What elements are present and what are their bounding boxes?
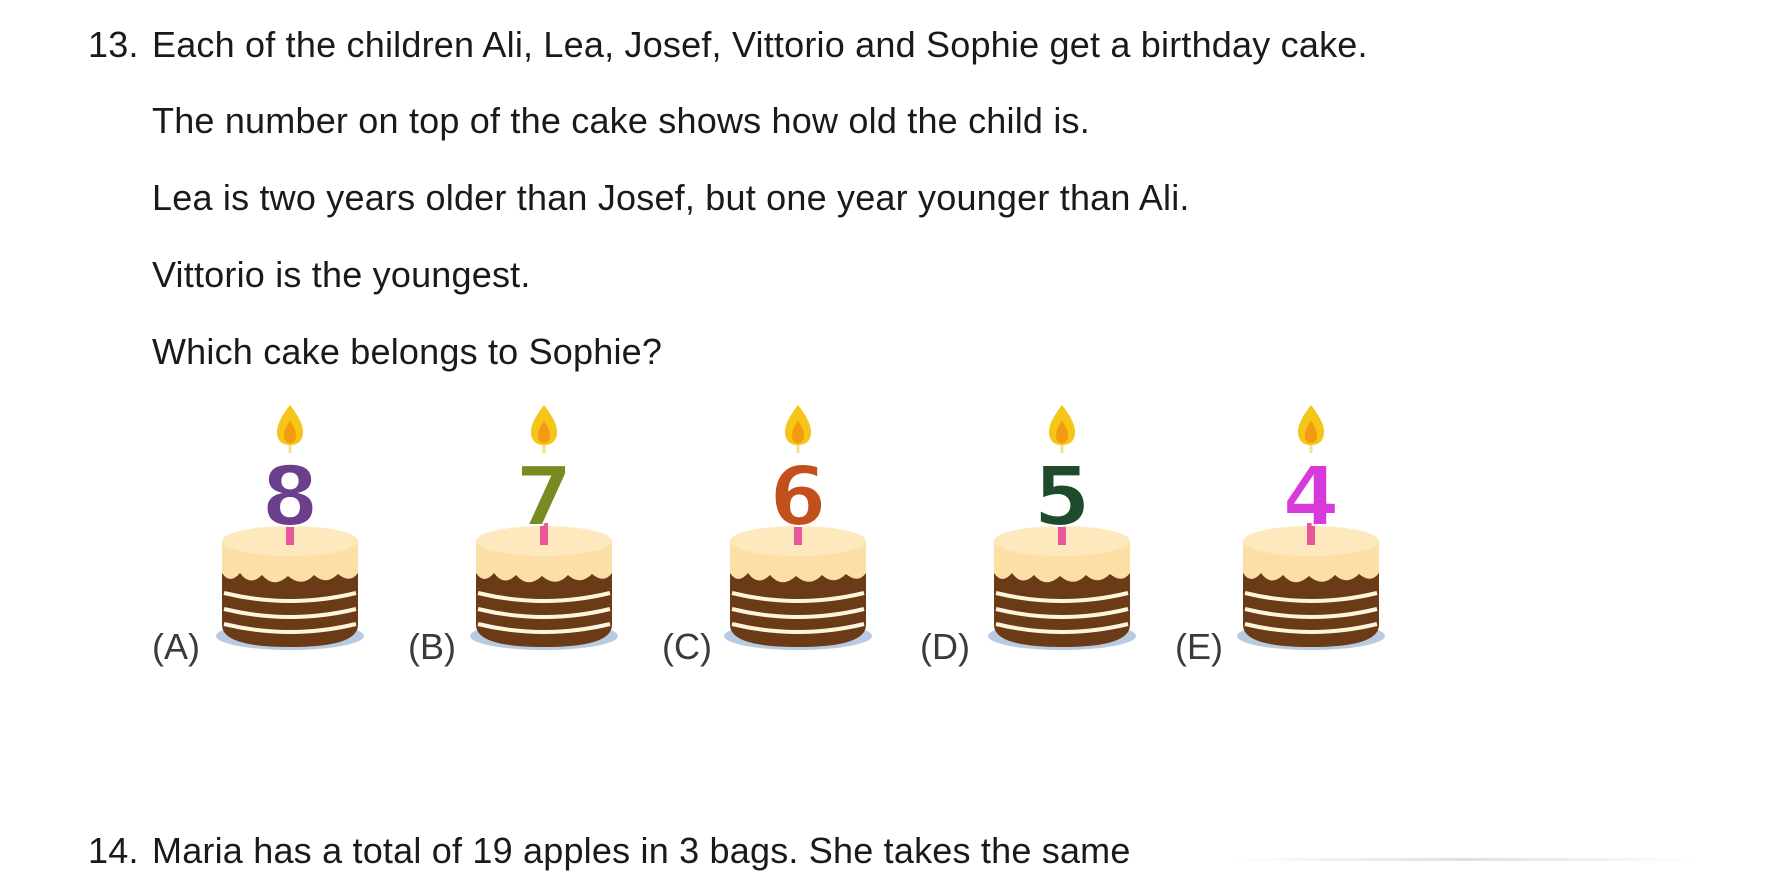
- answer-option-e[interactable]: (E) 4: [1175, 395, 1435, 685]
- cake-graphic: 7: [470, 405, 618, 650]
- question-13-line-1: 13. Each of the children Ali, Lea, Josef,…: [88, 23, 1368, 67]
- birthday-cake-icon: 8: [210, 395, 370, 665]
- question-number: 14.: [88, 830, 139, 871]
- answer-option-c[interactable]: (C) 6: [662, 395, 922, 685]
- option-label: (D): [920, 626, 970, 667]
- question-13-line-3: Lea is two years older than Josef, but o…: [152, 177, 1190, 218]
- option-label: (E): [1175, 626, 1223, 667]
- answer-option-d[interactable]: (D) 5: [920, 395, 1180, 685]
- question-text: Each of the children Ali, Lea, Josef, Vi…: [152, 24, 1368, 65]
- document-page: 13. Each of the children Ali, Lea, Josef,…: [0, 0, 1786, 871]
- answer-options: (A) 8 (B) 7 (C) 6 (D) 5 (E) 4: [0, 395, 1786, 685]
- birthday-cake-icon: 5: [982, 395, 1142, 665]
- option-label: (B): [408, 626, 456, 667]
- cake-graphic: 4: [1237, 405, 1385, 650]
- candle-number: 4: [1282, 450, 1339, 545]
- cake-graphic: 6: [724, 405, 872, 650]
- candle-number: 6: [769, 450, 826, 545]
- answer-option-b[interactable]: (B) 7: [408, 395, 668, 685]
- answer-option-a[interactable]: (A) 8: [152, 395, 412, 685]
- birthday-cake-icon: 6: [718, 395, 878, 665]
- image-edge-decoration: [1230, 858, 1700, 861]
- option-label: (C): [662, 626, 712, 667]
- cake-graphic: 8: [216, 405, 364, 650]
- birthday-cake-icon: 4: [1231, 395, 1391, 665]
- question-text: Maria has a total of 19 apples in 3 bags…: [152, 830, 1131, 871]
- question-13-line-2: The number on top of the cake shows how …: [152, 100, 1090, 141]
- birthday-cake-icon: 7: [464, 395, 624, 665]
- question-13-line-5: Which cake belongs to Sophie?: [152, 331, 663, 372]
- candle-number: 7: [515, 450, 572, 545]
- candle-number: 5: [1033, 450, 1090, 545]
- question-14-line-1: 14. Maria has a total of 19 apples in 3 b…: [88, 829, 1131, 873]
- question-number: 13.: [88, 24, 139, 65]
- cake-graphic: 5: [988, 405, 1136, 650]
- question-13-line-4: Vittorio is the youngest.: [152, 254, 531, 295]
- candle-number: 8: [261, 450, 318, 545]
- option-label: (A): [152, 626, 200, 667]
